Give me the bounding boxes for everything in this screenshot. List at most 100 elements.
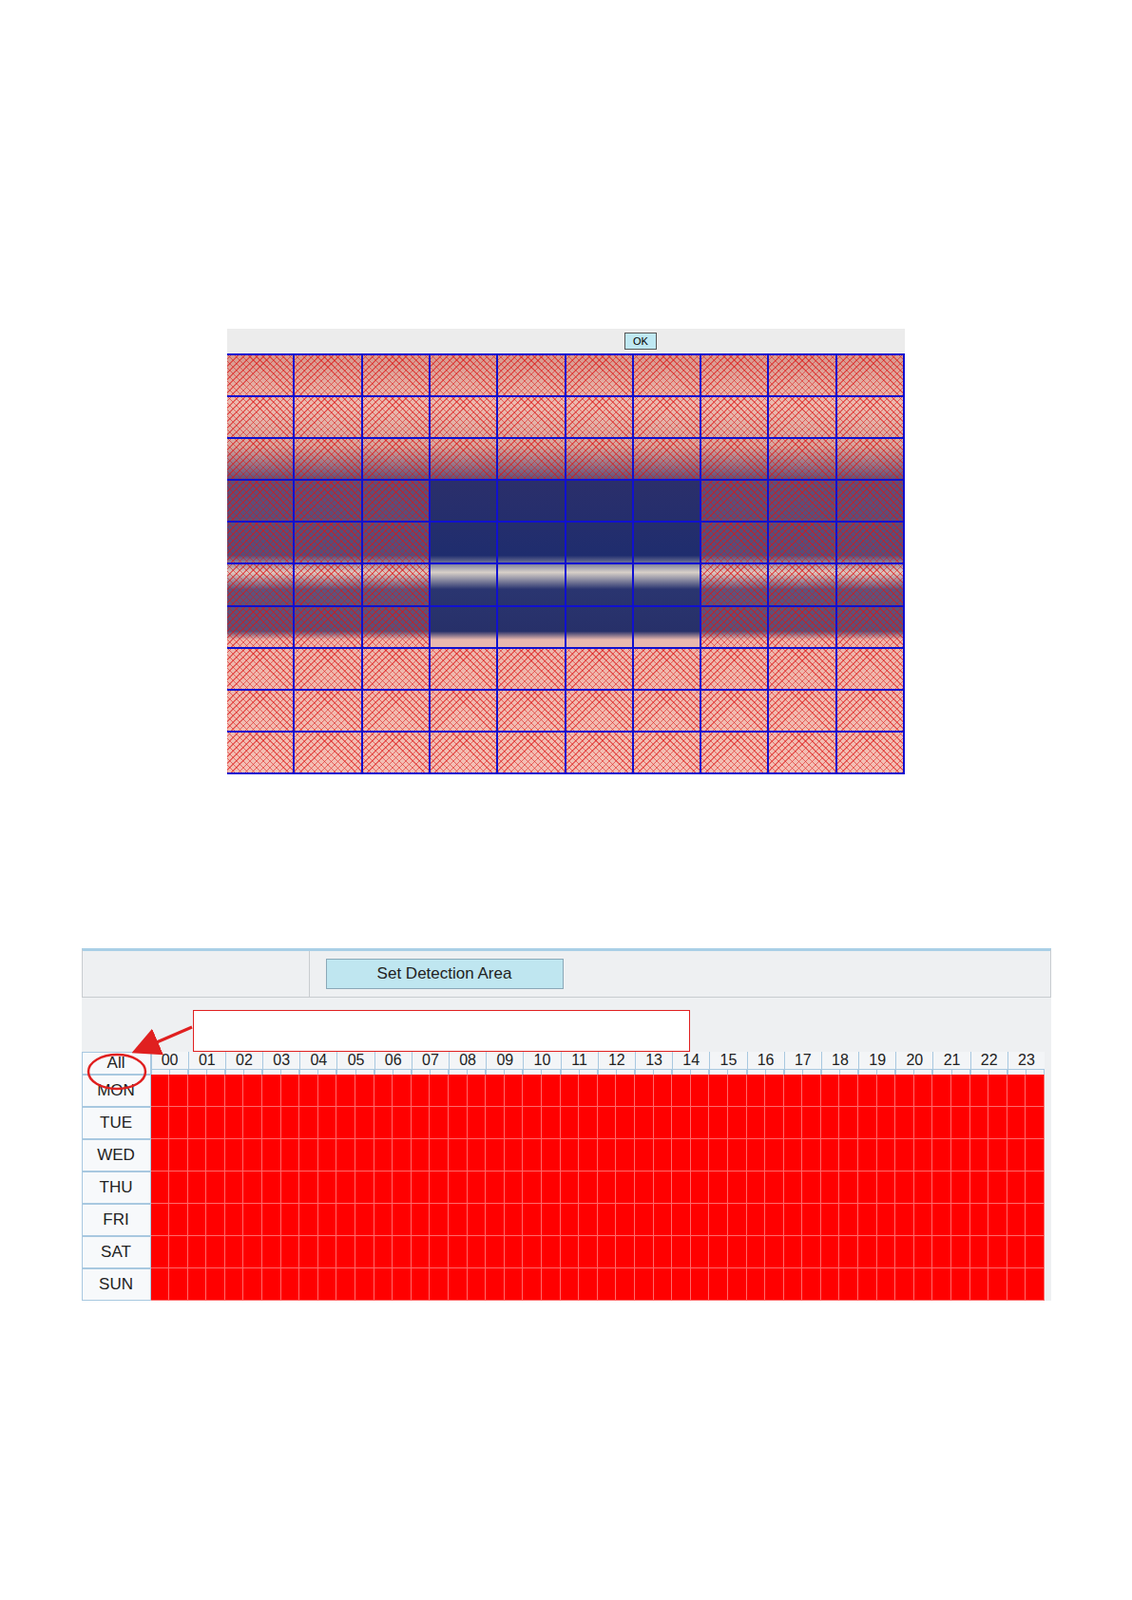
time-slot[interactable] bbox=[802, 1171, 822, 1205]
time-slot[interactable] bbox=[671, 1107, 691, 1140]
time-slot[interactable] bbox=[951, 1074, 971, 1108]
time-slot[interactable] bbox=[597, 1236, 617, 1269]
time-slot[interactable] bbox=[765, 1074, 785, 1108]
time-slot[interactable] bbox=[839, 1268, 859, 1302]
time-slot[interactable] bbox=[522, 1171, 542, 1205]
time-slot[interactable] bbox=[802, 1107, 822, 1140]
detection-cell[interactable] bbox=[430, 355, 499, 398]
time-slot[interactable] bbox=[747, 1268, 767, 1302]
time-slot[interactable] bbox=[355, 1236, 375, 1269]
time-slot[interactable] bbox=[784, 1236, 804, 1269]
time-slot[interactable] bbox=[225, 1236, 245, 1269]
detection-cell[interactable] bbox=[566, 355, 634, 398]
time-slot[interactable] bbox=[411, 1139, 431, 1172]
time-slot[interactable] bbox=[560, 1171, 580, 1205]
time-slot[interactable] bbox=[634, 1204, 654, 1237]
detection-cell[interactable] bbox=[837, 355, 905, 398]
time-slot[interactable] bbox=[151, 1074, 171, 1108]
time-slot[interactable] bbox=[653, 1107, 673, 1140]
detection-cell[interactable] bbox=[363, 564, 431, 607]
detection-cell[interactable] bbox=[430, 480, 499, 523]
time-slot[interactable] bbox=[951, 1171, 971, 1205]
time-slot[interactable] bbox=[188, 1268, 208, 1302]
time-slot[interactable] bbox=[1007, 1107, 1027, 1140]
time-slot[interactable] bbox=[970, 1107, 990, 1140]
time-slot[interactable] bbox=[355, 1268, 375, 1302]
time-slot[interactable] bbox=[578, 1204, 598, 1237]
time-slot[interactable] bbox=[690, 1139, 710, 1172]
detection-cell[interactable] bbox=[701, 439, 769, 481]
detection-cell[interactable] bbox=[768, 690, 837, 733]
time-slot[interactable] bbox=[709, 1236, 729, 1269]
detection-cell[interactable] bbox=[701, 397, 769, 440]
time-slot[interactable] bbox=[690, 1074, 710, 1108]
time-slot[interactable] bbox=[243, 1204, 263, 1237]
detection-cell[interactable] bbox=[837, 480, 905, 523]
time-slot[interactable] bbox=[653, 1074, 673, 1108]
time-slot[interactable] bbox=[970, 1139, 990, 1172]
time-slot[interactable] bbox=[206, 1074, 226, 1108]
time-slot[interactable] bbox=[1025, 1107, 1045, 1140]
detection-cell[interactable] bbox=[294, 564, 363, 607]
time-slot[interactable] bbox=[262, 1171, 282, 1205]
time-slot[interactable] bbox=[858, 1236, 878, 1269]
detection-cell[interactable] bbox=[837, 522, 905, 565]
time-slot[interactable] bbox=[336, 1236, 356, 1269]
time-slot[interactable] bbox=[1025, 1171, 1045, 1205]
time-slot[interactable] bbox=[784, 1139, 804, 1172]
time-slot[interactable] bbox=[615, 1139, 635, 1172]
time-slot[interactable] bbox=[597, 1268, 617, 1302]
detection-cell[interactable] bbox=[837, 732, 905, 775]
time-slot[interactable] bbox=[1025, 1139, 1045, 1172]
time-slot[interactable] bbox=[671, 1139, 691, 1172]
time-slot[interactable] bbox=[392, 1268, 412, 1302]
detection-cell[interactable] bbox=[566, 522, 634, 565]
time-slot[interactable] bbox=[225, 1171, 245, 1205]
time-slot[interactable] bbox=[858, 1204, 878, 1237]
detection-cell[interactable] bbox=[633, 690, 702, 733]
time-slot[interactable] bbox=[225, 1204, 245, 1237]
time-slot[interactable] bbox=[970, 1074, 990, 1108]
detection-cell[interactable] bbox=[294, 355, 363, 398]
detection-cell[interactable] bbox=[837, 397, 905, 440]
time-slot[interactable] bbox=[821, 1236, 841, 1269]
time-slot[interactable] bbox=[374, 1171, 394, 1205]
time-slot[interactable] bbox=[988, 1204, 1008, 1237]
detection-cell[interactable] bbox=[701, 649, 769, 691]
detection-cell[interactable] bbox=[566, 397, 634, 440]
detection-cell[interactable] bbox=[294, 607, 363, 650]
time-slot[interactable] bbox=[1007, 1139, 1027, 1172]
detection-cell[interactable] bbox=[294, 397, 363, 440]
time-slot[interactable] bbox=[653, 1139, 673, 1172]
time-slot[interactable] bbox=[243, 1107, 263, 1140]
time-slot[interactable] bbox=[467, 1074, 487, 1108]
detection-cell[interactable] bbox=[498, 480, 566, 523]
detection-cell[interactable] bbox=[363, 522, 431, 565]
time-slot[interactable] bbox=[615, 1107, 635, 1140]
all-button[interactable]: All bbox=[81, 1052, 152, 1075]
time-slot[interactable] bbox=[541, 1268, 561, 1302]
detection-cell[interactable] bbox=[294, 649, 363, 691]
time-slot[interactable] bbox=[877, 1074, 897, 1108]
detection-cell[interactable] bbox=[363, 355, 431, 398]
time-slot[interactable] bbox=[877, 1236, 897, 1269]
time-slot[interactable] bbox=[262, 1074, 282, 1108]
time-slot[interactable] bbox=[914, 1139, 934, 1172]
time-slot[interactable] bbox=[671, 1236, 691, 1269]
time-slot[interactable] bbox=[747, 1139, 767, 1172]
time-slot[interactable] bbox=[1007, 1268, 1027, 1302]
time-slot[interactable] bbox=[541, 1139, 561, 1172]
time-slot[interactable] bbox=[541, 1107, 561, 1140]
detection-cell[interactable] bbox=[566, 690, 634, 733]
time-slot[interactable] bbox=[504, 1268, 524, 1302]
time-slot[interactable] bbox=[895, 1074, 915, 1108]
time-slot[interactable] bbox=[988, 1074, 1008, 1108]
time-slot[interactable] bbox=[262, 1268, 282, 1302]
time-slot[interactable] bbox=[858, 1268, 878, 1302]
detection-cell[interactable] bbox=[837, 690, 905, 733]
time-slot[interactable] bbox=[243, 1268, 263, 1302]
time-slot[interactable] bbox=[784, 1171, 804, 1205]
detection-cell[interactable] bbox=[498, 355, 566, 398]
time-slot[interactable] bbox=[690, 1171, 710, 1205]
detection-cell[interactable] bbox=[768, 355, 837, 398]
